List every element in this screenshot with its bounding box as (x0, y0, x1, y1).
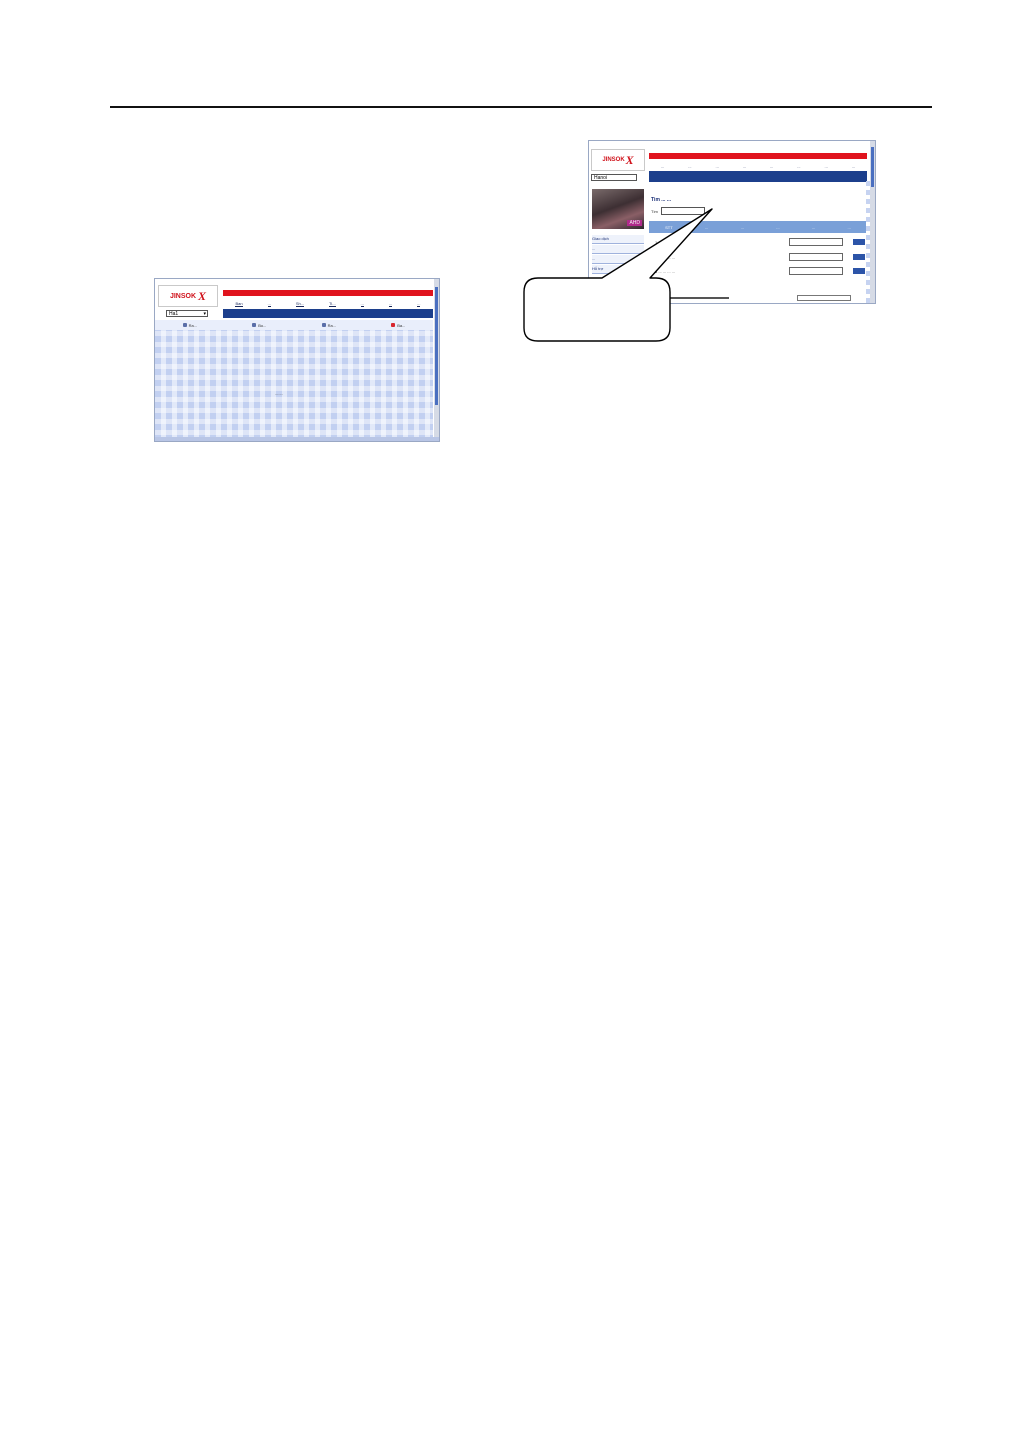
category-tab[interactable]: Ba... (391, 323, 405, 328)
nav-item[interactable]: ... (267, 301, 271, 307)
nav-item[interactable]: ... (824, 164, 827, 169)
logo-x: X (198, 288, 207, 303)
bullet-icon (391, 323, 396, 327)
nav-item[interactable]: ... (688, 164, 691, 169)
nav-item[interactable]: ... (852, 164, 855, 169)
nav-item[interactable]: ... (360, 301, 364, 307)
nav-item[interactable]: ... (388, 301, 393, 307)
bullet-icon (321, 323, 326, 327)
table-footer (649, 295, 867, 301)
callout-bubble (523, 208, 713, 342)
red-header-bar (223, 290, 433, 296)
city-select[interactable]: Hanoi (591, 174, 637, 181)
nav-item[interactable]: ... (770, 164, 773, 169)
header-rule (110, 106, 932, 108)
row-select[interactable] (789, 267, 843, 275)
category-tab[interactable]: Bo... (252, 323, 266, 328)
logo-text: JINSOK (602, 157, 625, 163)
nav-item[interactable]: Ti... (329, 301, 336, 307)
top-nav: Ban ... Sh... Ti... ... ... ... (223, 299, 433, 309)
logo-x: X (625, 152, 634, 167)
category-tab[interactable]: Ra... (182, 323, 197, 328)
brand-logo: JINSOK X (158, 285, 218, 307)
column-header: ... (704, 224, 709, 230)
scrollbar-thumb[interactable] (871, 147, 874, 187)
nav-item[interactable]: ... (797, 164, 800, 169)
blue-nav-bar (649, 171, 867, 182)
nav-item[interactable]: ... (417, 301, 421, 307)
column-header: ... (740, 224, 744, 230)
center-text: ....... (275, 391, 283, 396)
category-tabs: Ra... Bo... Ra... Ba... (155, 320, 433, 330)
scrollbar[interactable] (870, 141, 875, 303)
table-row: 3 ... ... ... ... (649, 265, 867, 277)
city-select-value: Ha1 (169, 311, 179, 317)
logo-text: JINSOK (169, 292, 197, 300)
row-button[interactable] (853, 268, 865, 274)
row-select[interactable] (789, 253, 843, 261)
column-header: ... (847, 224, 851, 230)
nav-item[interactable]: ... (715, 164, 718, 169)
red-header-bar (649, 153, 867, 159)
column-header: ... (776, 224, 780, 230)
table-row: 2 ... ... ... ... (649, 251, 867, 263)
row-button[interactable] (853, 239, 865, 245)
category-tab[interactable]: Ra... (321, 323, 336, 328)
brand-logo: JINSOK X (591, 149, 645, 171)
row-button[interactable] (853, 254, 865, 260)
bullet-icon (182, 323, 187, 327)
city-select[interactable]: Ha1 ▾ (166, 310, 208, 317)
column-header: ... (811, 224, 816, 230)
nav-item[interactable]: Ban (235, 301, 243, 307)
nav-item[interactable]: ... (743, 164, 746, 169)
nav-item[interactable]: ... (661, 164, 664, 169)
screenshot-home: JINSOK X Ban ... Sh... Ti... ... ... ...… (154, 278, 440, 442)
scrollbar[interactable] (434, 279, 439, 441)
bullet-icon (252, 323, 257, 327)
chevron-down-icon: ▾ (203, 311, 206, 317)
row-select[interactable] (789, 238, 843, 246)
footer-strip (155, 437, 439, 441)
top-nav: ... ... ... ... ... ... ... ... (649, 162, 867, 170)
blue-nav-bar (223, 309, 433, 318)
scrollbar-thumb[interactable] (435, 287, 438, 405)
content-pattern (155, 320, 433, 441)
nav-item[interactable]: Sh... (295, 301, 305, 307)
footer-select[interactable] (797, 295, 851, 301)
